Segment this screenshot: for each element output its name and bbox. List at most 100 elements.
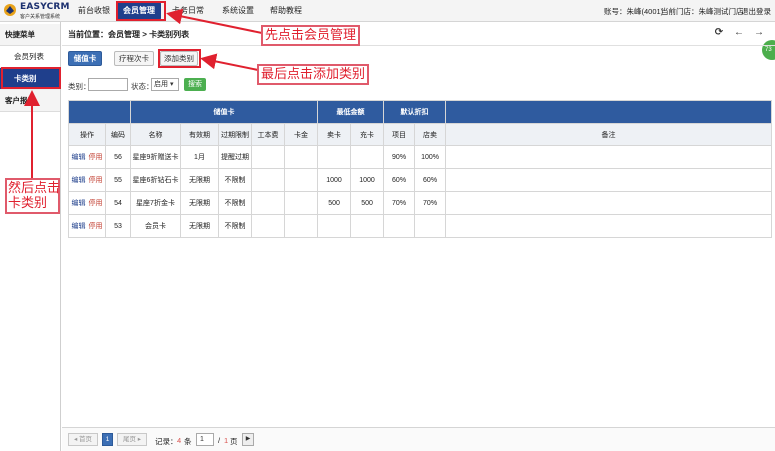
cell: 100% [414, 145, 447, 169]
logo-icon [4, 4, 16, 16]
table-row: 编辑 停用 56 星座9折赠送卡 1月 提醒过期 90% 100% [68, 145, 772, 169]
highlight-member-management [116, 1, 166, 21]
main-content: 当前位置：会员管理 > 卡类别列表 ⟳ ← → 73 储值卡 疗程次卡 添加类别… [62, 22, 775, 451]
sidebar-section-customer-report[interactable]: 客户报表 [0, 90, 60, 112]
highlight-add-category [158, 49, 201, 68]
first-page-button[interactable]: ◂ 首页 [68, 433, 98, 446]
cell: 不限制 [218, 168, 252, 192]
page-total: 1 [224, 436, 229, 445]
cell [251, 214, 285, 238]
table-group-header: 储值卡 最低金额 默认折扣 [68, 100, 772, 124]
status-select[interactable]: 启用 ▾ [151, 78, 179, 91]
cell: 无限期 [180, 168, 219, 192]
category-input[interactable] [88, 78, 128, 91]
disable-link[interactable]: 停用 [89, 177, 103, 184]
table-column-header: 操作 编码 名称 有效期 过期限制 工本费 卡金 卖卡 充卡 项目 店卖 备注 [68, 123, 772, 146]
last-page-button[interactable]: 尾页 ▸ [117, 433, 147, 446]
group-header-stored-card: 储值卡 [129, 100, 319, 124]
column-header: 工本费 [251, 123, 285, 146]
floating-badge[interactable]: 73 [762, 40, 775, 60]
cell: 不限制 [218, 214, 252, 238]
back-arrow-icon[interactable]: ← [733, 27, 745, 39]
row-actions: 编辑 停用 [68, 191, 106, 215]
brand-subtitle: 客户关系管理系统 [20, 14, 61, 20]
cell: 60% [383, 168, 416, 192]
edit-link[interactable]: 编辑 [72, 177, 86, 184]
store-info: 当前门店：朱峰测试门店 [661, 7, 744, 16]
cell: 无限期 [180, 214, 219, 238]
cell [350, 145, 385, 169]
row-actions: 编辑 停用 [68, 214, 106, 238]
cell: 90% [383, 145, 416, 169]
cell: 56 [105, 145, 131, 169]
cell: 55 [105, 168, 131, 192]
breadcrumb: 当前位置：会员管理 > 卡类别列表 [68, 30, 190, 39]
group-header-min-amount: 最低金额 [317, 100, 385, 124]
table-row: 编辑 停用 53 会员卡 无限期 不限制 [68, 214, 772, 238]
nav-front-cashier[interactable]: 前台收银 [78, 5, 110, 16]
forward-arrow-icon[interactable]: → [753, 27, 765, 39]
record-label: 记录： [155, 437, 178, 446]
go-page-button[interactable]: ▶ [242, 433, 254, 446]
sidebar-title: 快捷菜单 [0, 24, 60, 46]
cell: 无限期 [180, 191, 219, 215]
cell: 不限制 [218, 191, 252, 215]
column-header: 有效期 [180, 123, 219, 146]
page-number-input[interactable]: 1 [196, 433, 214, 446]
column-header: 充卡 [350, 123, 385, 146]
nav-card-daily[interactable]: 卡务日常 [172, 5, 204, 16]
disable-link[interactable]: 停用 [89, 200, 103, 207]
cell [251, 168, 285, 192]
cell [317, 145, 352, 169]
refresh-icon[interactable]: ⟳ [713, 27, 725, 39]
cell: 70% [414, 191, 447, 215]
cell: 星座9折赠送卡 [130, 145, 181, 169]
nav-help-tutorial[interactable]: 帮助教程 [270, 5, 302, 16]
group-header-blank [68, 100, 131, 124]
cell: 会员卡 [130, 214, 181, 238]
nav-system-settings[interactable]: 系统设置 [222, 5, 254, 16]
cell: 500 [350, 191, 385, 215]
edit-link[interactable]: 编辑 [72, 154, 86, 161]
cell [445, 191, 772, 215]
brand-name: EASYCRM [20, 2, 70, 12]
annotation-step1: 先点击会员管理 [261, 25, 361, 46]
sidebar-item-member-list[interactable]: 会员列表 [0, 46, 60, 68]
column-header: 店卖 [414, 123, 447, 146]
cell [283, 168, 319, 192]
cell: 53 [105, 214, 131, 238]
column-header: 卖卡 [317, 123, 352, 146]
column-header: 项目 [383, 123, 416, 146]
column-header: 名称 [130, 123, 181, 146]
disable-link[interactable]: 停用 [89, 223, 103, 230]
cell [445, 168, 772, 192]
column-header: 操作 [68, 123, 106, 146]
tab-treatment-card[interactable]: 疗程次卡 [114, 51, 154, 66]
account-info: 账号：朱峰(4001) [604, 7, 664, 16]
tab-stored-value-card[interactable]: 储值卡 [68, 51, 102, 66]
cell [445, 145, 772, 169]
page-unit: 页 [230, 437, 238, 446]
search-button[interactable]: 搜索 [184, 78, 206, 91]
disable-link[interactable]: 停用 [89, 154, 103, 161]
cell: 星座7折金卡 [130, 191, 181, 215]
edit-link[interactable]: 编辑 [72, 223, 86, 230]
page-button-current[interactable]: 1 [102, 433, 113, 446]
column-header: 卡金 [283, 123, 319, 146]
cell [383, 214, 416, 238]
cell: 1000 [317, 168, 352, 192]
group-header-default-discount: 默认折扣 [383, 100, 447, 124]
annotation-step2: 然后点击 卡类别 [5, 178, 60, 214]
column-header: 过期限制 [218, 123, 252, 146]
logout-link[interactable]: 退出登录 [741, 6, 771, 17]
row-actions: 编辑 停用 [68, 145, 106, 169]
cell [251, 145, 285, 169]
page-separator: / [218, 436, 221, 445]
highlight-card-category [1, 67, 61, 89]
logo: EASYCRM 客户关系管理系统 [3, 2, 69, 20]
column-header: 备注 [445, 123, 772, 146]
card-category-table: 储值卡 最低金额 默认折扣 操作 编码 名称 有效期 过期限制 工本费 卡金 卖… [68, 100, 772, 238]
cell: 提醒过期 [218, 145, 252, 169]
record-unit: 条 [184, 437, 192, 446]
edit-link[interactable]: 编辑 [72, 200, 86, 207]
